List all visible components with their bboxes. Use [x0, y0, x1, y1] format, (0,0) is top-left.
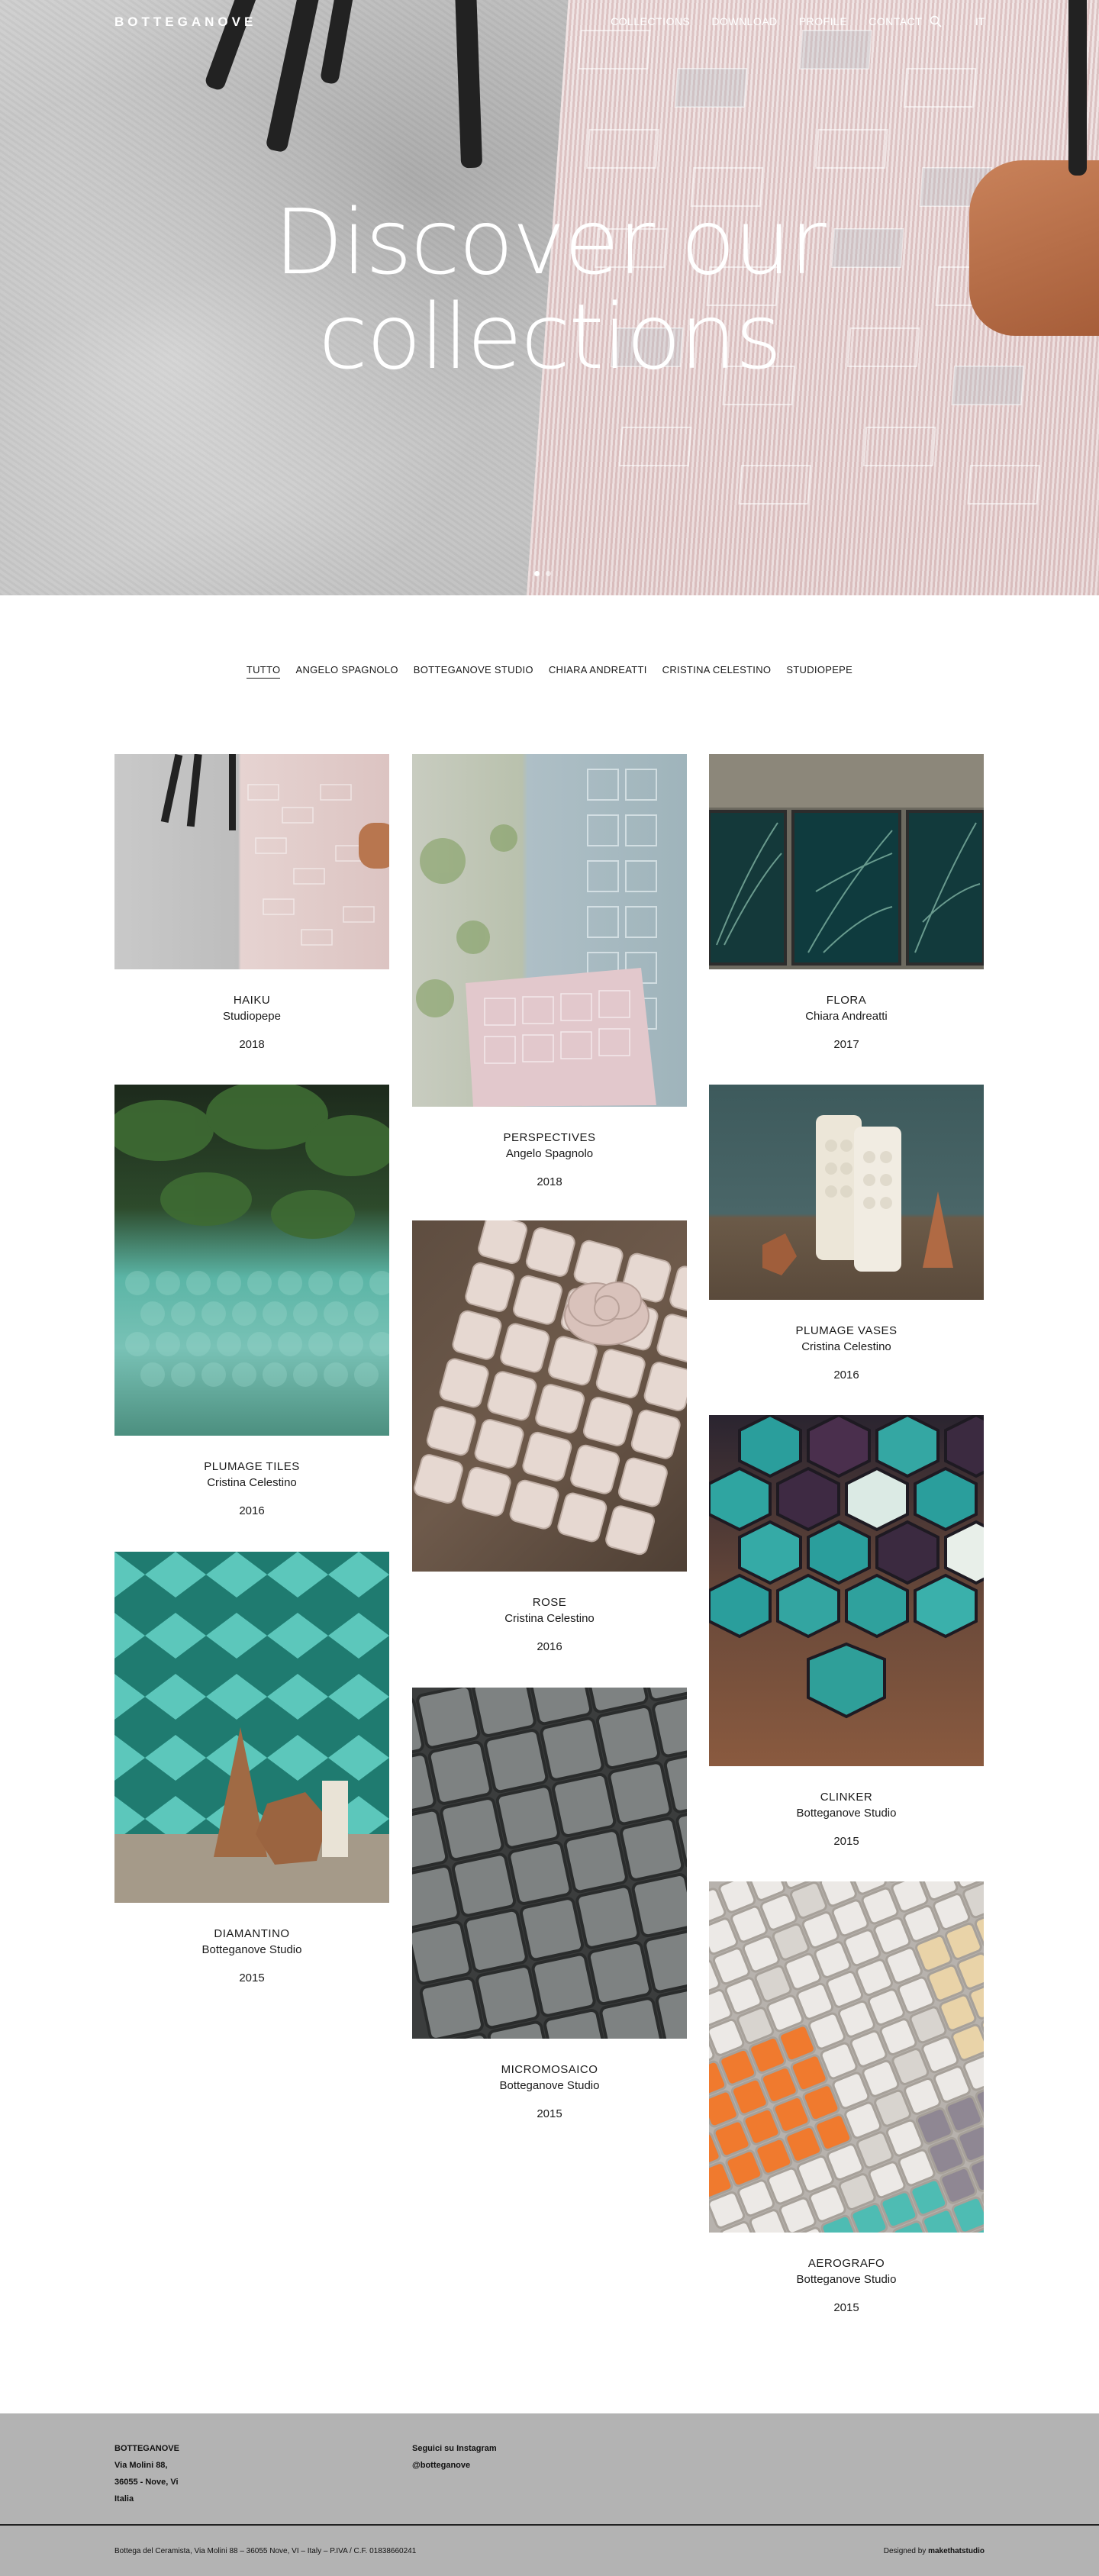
collection-card-plumage-vases[interactable]: PLUMAGE VASES Cristina Celestino 2016: [709, 1085, 984, 1381]
footer-follow-label: Seguici su Instagram: [412, 2444, 497, 2453]
slider-dot[interactable]: [534, 571, 540, 576]
collection-author: Angelo Spagnolo: [505, 1147, 594, 1160]
filter-angelo-spagnolo[interactable]: ANGELO SPAGNOLO: [295, 664, 398, 679]
filter-tutto[interactable]: TUTTO: [246, 664, 281, 679]
collection-name[interactable]: MICROMOSAICO: [412, 2063, 687, 2076]
footer-designed-by: Designed by: [883, 2547, 927, 2555]
collection-year: 2016: [833, 1369, 859, 1381]
footer-address-line: 36055 - Nove, Vi: [114, 2478, 179, 2487]
collection-card-rose[interactable]: ROSE Cristina Celestino 2016: [412, 1220, 687, 1653]
language-switch[interactable]: IT: [975, 15, 985, 27]
collection-name[interactable]: ROSE: [412, 1596, 687, 1609]
footer-address: BOTTEGANOVE Via Molini 88, 36055 - Nove,…: [114, 2440, 179, 2507]
collection-name[interactable]: PLUMAGE VASES: [709, 1324, 984, 1337]
hero-title-line: Discover our: [273, 189, 827, 295]
collection-name[interactable]: CLINKER: [709, 1791, 984, 1804]
collection-image[interactable]: [412, 754, 687, 1107]
footer-country: Italia: [114, 2494, 134, 2503]
main-nav: COLLECTIONS DOWNLOAD PROFILE CONTACT: [611, 15, 922, 27]
collection-author: Botteganove Studio: [796, 2273, 897, 2286]
collection-name[interactable]: PERSPECTIVES: [412, 1131, 687, 1144]
collection-year: 2015: [239, 1971, 265, 1984]
filter-botteganove-studio[interactable]: BOTTEGANOVE STUDIO: [414, 664, 533, 679]
collection-image[interactable]: [114, 1552, 389, 1903]
collection-year: 2015: [833, 2301, 859, 2314]
collection-card-aerografo[interactable]: AEROGRAFO Botteganove Studio 2015: [709, 1881, 984, 2314]
collection-image[interactable]: [114, 1085, 389, 1436]
collection-card-flora[interactable]: FLORA Chiara Andreatti 2017: [709, 754, 984, 1051]
collection-author: Botteganove Studio: [796, 1807, 897, 1820]
hero-slider: Discover our collections: [0, 0, 1099, 595]
footer-company: BOTTEGANOVE: [114, 2444, 179, 2453]
collection-image[interactable]: [412, 1220, 687, 1572]
nav-contact[interactable]: CONTACT: [869, 15, 922, 27]
instagram-link[interactable]: @botteganove: [412, 2457, 497, 2474]
collection-year: 2015: [833, 1835, 859, 1848]
logo[interactable]: BOTTEGANOVE: [114, 15, 256, 30]
collection-card-plumage-tiles[interactable]: PLUMAGE TILES Cristina Celestino 2016: [114, 1085, 389, 1517]
collection-card-haiku[interactable]: HAIKU Studiopepe 2018: [114, 754, 389, 1051]
site-footer: BOTTEGANOVE Via Molini 88, 36055 - Nove,…: [0, 2413, 1099, 2576]
filter-studiopepe[interactable]: STUDIOPEPE: [786, 664, 852, 679]
nav-collections[interactable]: COLLECTIONS: [611, 15, 690, 27]
collection-image[interactable]: [709, 1085, 984, 1300]
site-header: BOTTEGANOVE COLLECTIONS DOWNLOAD PROFILE…: [0, 0, 1099, 46]
collection-year: 2016: [239, 1504, 265, 1517]
footer-credit: Designed by makethatstudio: [884, 2547, 985, 2555]
footer-social: Seguici su Instagram @botteganove: [412, 2440, 497, 2474]
collection-name[interactable]: DIAMANTINO: [114, 1927, 389, 1940]
collection-image[interactable]: [114, 754, 389, 969]
hero-title-line: collections: [318, 284, 782, 389]
collection-author: Cristina Celestino: [207, 1476, 297, 1489]
collection-name[interactable]: HAIKU: [114, 994, 389, 1007]
hero-title: Discover our collections: [0, 195, 1099, 384]
collection-card-clinker[interactable]: CLINKER Botteganove Studio 2015: [709, 1415, 984, 1848]
collection-year: 2018: [537, 1175, 562, 1188]
collection-year: 2018: [239, 1038, 265, 1051]
collection-author: Studiopepe: [223, 1010, 281, 1023]
collection-author: Botteganove Studio: [201, 1943, 302, 1956]
filter-chiara-andreatti[interactable]: CHIARA ANDREATTI: [549, 664, 647, 679]
search-icon[interactable]: [930, 15, 942, 27]
footer-divider: [0, 2524, 1099, 2526]
slider-dots[interactable]: [534, 571, 551, 576]
collection-name[interactable]: FLORA: [709, 994, 984, 1007]
designer-link[interactable]: makethatstudio: [928, 2547, 985, 2555]
collection-year: 2015: [537, 2107, 562, 2120]
slider-dot[interactable]: [546, 571, 551, 576]
collection-year: 2016: [537, 1640, 562, 1653]
collection-year: 2017: [833, 1038, 859, 1051]
collection-card-diamantino[interactable]: DIAMANTINO Botteganove Studio 2015: [114, 1552, 389, 1984]
collection-name[interactable]: PLUMAGE TILES: [114, 1460, 389, 1473]
footer-address-line: Via Molini 88,: [114, 2461, 168, 2470]
collection-name[interactable]: AEROGRAFO: [709, 2257, 984, 2270]
collection-author: Cristina Celestino: [801, 1340, 891, 1353]
collection-author: Cristina Celestino: [504, 1612, 595, 1625]
collection-author: Botteganove Studio: [499, 2079, 600, 2092]
collection-image[interactable]: [709, 1415, 984, 1766]
collection-image[interactable]: [412, 1688, 687, 2039]
collection-filters: TUTTO ANGELO SPAGNOLO BOTTEGANOVE STUDIO…: [0, 664, 1099, 679]
footer-legal: Bottega del Ceramista, Via Molini 88 – 3…: [114, 2547, 417, 2555]
collection-image[interactable]: [709, 754, 984, 969]
collection-card-micromosaico[interactable]: MICROMOSAICO Botteganove Studio 2015: [412, 1688, 687, 2120]
collection-author: Chiara Andreatti: [805, 1010, 888, 1023]
nav-download[interactable]: DOWNLOAD: [711, 15, 777, 27]
collection-image[interactable]: [709, 1881, 984, 2233]
filter-cristina-celestino[interactable]: CRISTINA CELESTINO: [662, 664, 772, 679]
nav-profile[interactable]: PROFILE: [799, 15, 847, 27]
collection-card-perspectives[interactable]: PERSPECTIVES Angelo Spagnolo 2018: [412, 754, 687, 1188]
